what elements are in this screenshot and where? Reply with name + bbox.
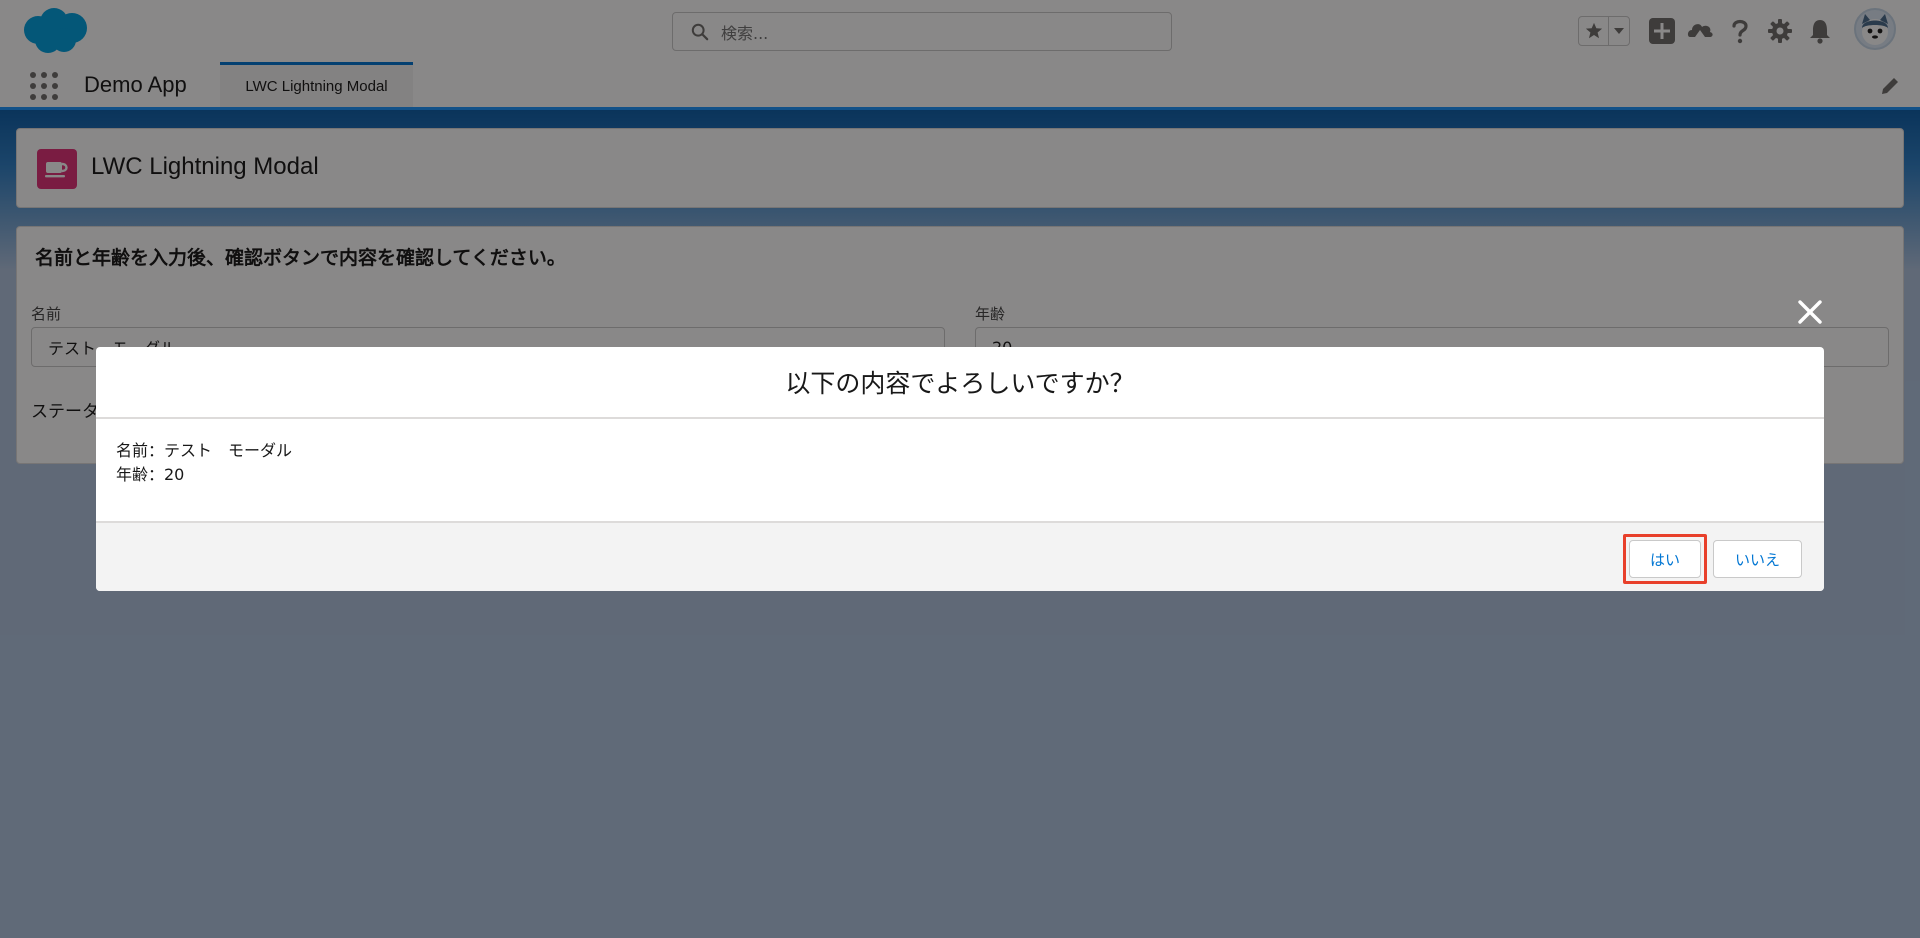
no-button[interactable]: いいえ [1713,540,1802,578]
modal-age-line: 年齢：20 [116,465,185,484]
modal-title: 以下の内容でよろしいですか？ [785,369,1135,398]
yes-button[interactable]: はい [1629,540,1701,578]
modal-name-line: 名前：テスト モーダル [116,441,293,460]
modal-body: 名前：テスト モーダル 年齢：20 [96,419,1824,521]
modal-close-button[interactable] [1794,296,1826,328]
close-icon [1798,300,1822,324]
modal-header: 以下の内容でよろしいですか？ [96,347,1824,419]
confirm-modal: 以下の内容でよろしいですか？ 名前：テスト モーダル 年齢：20 はい いいえ [96,347,1824,591]
modal-footer: はい いいえ [96,521,1824,591]
